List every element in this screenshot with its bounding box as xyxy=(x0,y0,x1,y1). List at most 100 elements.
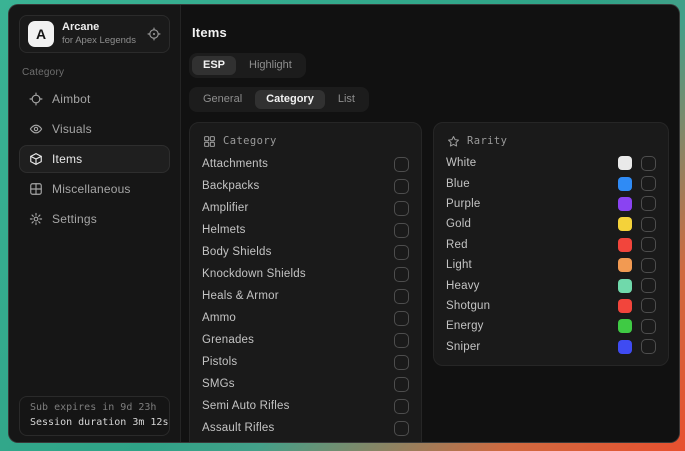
gear-icon[interactable] xyxy=(597,341,609,353)
category-row-label: SMGs xyxy=(202,378,235,390)
gear-icon[interactable] xyxy=(597,239,609,251)
row-checkbox[interactable] xyxy=(641,278,656,293)
color-swatch[interactable] xyxy=(618,177,632,191)
rarity-row-purple: Purple xyxy=(446,194,656,214)
category-panel: Category Attachments Backpacks xyxy=(189,122,422,443)
row-checkbox[interactable] xyxy=(641,339,656,354)
row-checkbox[interactable] xyxy=(641,237,656,252)
row-checkbox[interactable] xyxy=(641,176,656,191)
row-checkbox[interactable] xyxy=(394,245,409,260)
rarity-row-heavy: Heavy xyxy=(446,275,656,295)
row-checkbox[interactable] xyxy=(641,298,656,313)
rarity-row-label: Red xyxy=(446,239,468,251)
row-checkbox[interactable] xyxy=(394,311,409,326)
category-row-pistols: Pistols xyxy=(202,351,409,373)
category-row-lmgs: LMGs xyxy=(202,439,409,443)
sidebar-item-visuals[interactable]: Visuals xyxy=(19,115,170,143)
row-checkbox[interactable] xyxy=(641,196,656,211)
row-checkbox[interactable] xyxy=(641,258,656,273)
page-title: Items xyxy=(192,25,669,40)
color-swatch[interactable] xyxy=(618,319,632,333)
package-icon xyxy=(29,152,43,166)
rarity-row-red: Red xyxy=(446,235,656,255)
color-swatch[interactable] xyxy=(618,279,632,293)
desktop-background: A Arcane for Apex Legends Category Aimbo… xyxy=(0,0,685,451)
rarity-row-energy: Energy xyxy=(446,316,656,336)
rarity-row-label: Blue xyxy=(446,178,470,190)
sidebar-item-miscellaneous[interactable]: Miscellaneous xyxy=(19,175,170,203)
category-row-label: Amplifier xyxy=(202,202,249,214)
eye-icon xyxy=(29,122,43,136)
star-icon xyxy=(447,135,460,148)
app-logo-card: A Arcane for Apex Legends xyxy=(19,15,170,53)
view-tab-category[interactable]: Category xyxy=(255,90,325,109)
panels-row: Category Attachments Backpacks xyxy=(189,122,669,443)
tab-esp[interactable]: ESP xyxy=(192,56,236,75)
color-swatch[interactable] xyxy=(618,238,632,252)
row-checkbox[interactable] xyxy=(394,223,409,238)
sidebar-item-label: Miscellaneous xyxy=(52,182,131,196)
row-checkbox[interactable] xyxy=(641,217,656,232)
color-swatch[interactable] xyxy=(618,299,632,313)
sidebar-item-settings[interactable]: Settings xyxy=(19,205,170,233)
gear-icon[interactable] xyxy=(597,178,609,190)
gear-icon[interactable] xyxy=(597,218,609,230)
row-checkbox[interactable] xyxy=(394,289,409,304)
view-tabs: General Category List xyxy=(189,87,369,112)
color-swatch[interactable] xyxy=(618,258,632,272)
tab-highlight[interactable]: Highlight xyxy=(238,56,303,75)
sidebar-item-items[interactable]: Items xyxy=(19,145,170,173)
category-panel-title: Category xyxy=(223,135,277,147)
gear-icon[interactable] xyxy=(597,198,609,210)
row-checkbox[interactable] xyxy=(394,443,409,444)
category-row-semi-auto-rifles: Semi Auto Rifles xyxy=(202,395,409,417)
category-row-grenades: Grenades xyxy=(202,329,409,351)
app-name: Arcane xyxy=(62,21,136,35)
sidebar-item-label: Items xyxy=(52,152,82,166)
color-swatch[interactable] xyxy=(618,197,632,211)
category-row-body-shields: Body Shields xyxy=(202,241,409,263)
category-row-label: Grenades xyxy=(202,334,254,346)
row-checkbox[interactable] xyxy=(394,267,409,282)
sidebar-item-label: Settings xyxy=(52,212,97,226)
category-row-label: Semi Auto Rifles xyxy=(202,400,290,412)
rarity-row-label: Gold xyxy=(446,218,471,230)
view-tab-general[interactable]: General xyxy=(192,90,253,109)
grid-icon xyxy=(29,182,43,196)
rarity-row-label: Light xyxy=(446,259,472,271)
gear-icon[interactable] xyxy=(597,280,609,292)
rarity-row-blue: Blue xyxy=(446,173,656,193)
row-checkbox[interactable] xyxy=(394,179,409,194)
category-row-label: Heals & Armor xyxy=(202,290,279,302)
sub-expiry-text: Sub expires in 9d 23h xyxy=(30,401,159,416)
target-icon[interactable] xyxy=(147,27,161,41)
sidebar-item-aimbot[interactable]: Aimbot xyxy=(19,85,170,113)
row-checkbox[interactable] xyxy=(641,156,656,171)
view-tab-list[interactable]: List xyxy=(327,90,366,109)
category-row-label: Body Shields xyxy=(202,246,272,258)
crosshair-icon xyxy=(29,92,43,106)
row-checkbox[interactable] xyxy=(394,157,409,172)
rarity-row-label: Sniper xyxy=(446,341,480,353)
gear-icon[interactable] xyxy=(597,157,609,169)
gear-icon[interactable] xyxy=(597,300,609,312)
category-row-heals-armor: Heals & Armor xyxy=(202,285,409,307)
category-grid-icon xyxy=(203,135,216,148)
row-checkbox[interactable] xyxy=(394,201,409,216)
row-checkbox[interactable] xyxy=(394,377,409,392)
row-checkbox[interactable] xyxy=(394,421,409,436)
row-checkbox[interactable] xyxy=(641,319,656,334)
color-swatch[interactable] xyxy=(618,156,632,170)
category-row-label: Attachments xyxy=(202,158,268,170)
category-row-label: Helmets xyxy=(202,224,246,236)
color-swatch[interactable] xyxy=(618,217,632,231)
category-row-knockdown-shields: Knockdown Shields xyxy=(202,263,409,285)
row-checkbox[interactable] xyxy=(394,399,409,414)
color-swatch[interactable] xyxy=(618,340,632,354)
rarity-row-label: Energy xyxy=(446,320,484,332)
row-checkbox[interactable] xyxy=(394,355,409,370)
row-checkbox[interactable] xyxy=(394,333,409,348)
gear-icon[interactable] xyxy=(597,320,609,332)
gear-icon[interactable] xyxy=(597,259,609,271)
category-row-assault-rifles: Assault Rifles xyxy=(202,417,409,439)
